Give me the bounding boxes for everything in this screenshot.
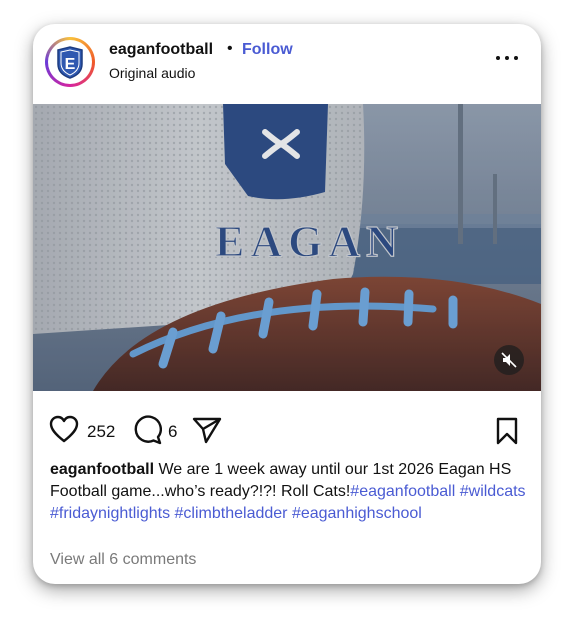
video-frame: EAGAN bbox=[33, 104, 541, 391]
hashtag-link[interactable]: #eaganfootball bbox=[350, 483, 455, 500]
post-username[interactable]: eaganfootball bbox=[109, 41, 213, 59]
audio-label[interactable]: Original audio bbox=[109, 65, 195, 81]
more-dots-icon[interactable] bbox=[495, 48, 519, 68]
hashtag-link[interactable]: #wildcats bbox=[460, 483, 526, 500]
hashtag-link[interactable]: #climbtheladder bbox=[175, 505, 288, 522]
share-icon[interactable] bbox=[192, 416, 222, 444]
view-comments-link[interactable]: View all 6 comments bbox=[50, 551, 196, 569]
separator-dot: • bbox=[227, 40, 233, 57]
comments-count[interactable]: 6 bbox=[168, 422, 177, 442]
heart-icon[interactable] bbox=[49, 415, 79, 443]
avatar[interactable]: E bbox=[45, 37, 95, 87]
mute-toggle-button[interactable] bbox=[494, 345, 524, 375]
follow-button[interactable]: Follow bbox=[242, 41, 293, 59]
caption-username[interactable]: eaganfootball bbox=[50, 461, 154, 478]
hashtag-link[interactable]: #fridaynightlights bbox=[50, 505, 170, 522]
hashtag-link[interactable]: #eaganhighschool bbox=[292, 505, 422, 522]
muted-speaker-icon bbox=[501, 352, 517, 368]
post-video[interactable]: EAGAN bbox=[33, 104, 541, 391]
likes-count[interactable]: 252 bbox=[87, 422, 115, 442]
instagram-post-card: E eaganfootball • Follow Original audio bbox=[33, 24, 541, 584]
bookmark-icon[interactable] bbox=[495, 417, 519, 445]
avatar-letter: E bbox=[65, 56, 76, 73]
post-caption: eaganfootball We are 1 week away until o… bbox=[50, 459, 530, 525]
action-bar: 252 6 bbox=[33, 409, 541, 449]
comment-icon[interactable] bbox=[132, 415, 162, 445]
eagan-logo-icon: E bbox=[57, 46, 83, 79]
post-header: E eaganfootball • Follow Original audio bbox=[33, 24, 541, 104]
